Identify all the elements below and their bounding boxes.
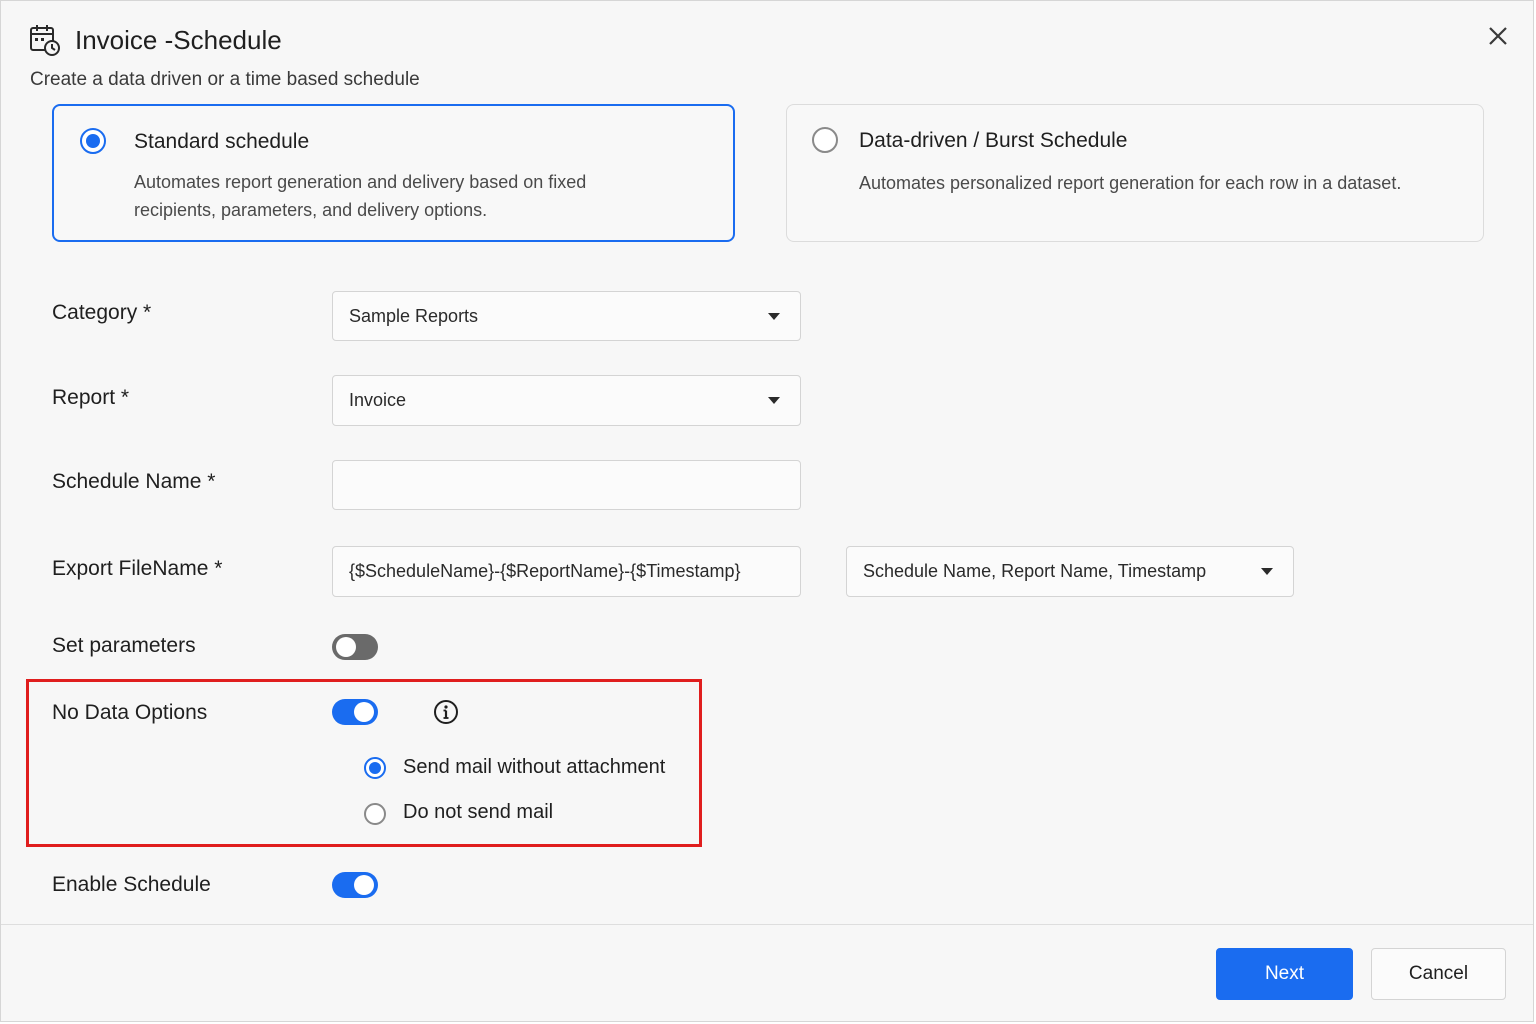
enable-schedule-label: Enable Schedule (52, 873, 211, 896)
footer-divider (1, 924, 1533, 925)
burst-schedule-card[interactable]: Data-driven / Burst Schedule Automates p… (786, 104, 1484, 242)
category-value: Sample Reports (349, 306, 479, 326)
set-parameters-toggle[interactable] (332, 634, 378, 660)
export-filename-label: Export FileName * (52, 557, 223, 580)
chevron-down-icon (1261, 568, 1273, 575)
schedule-name-label: Schedule Name * (52, 470, 216, 493)
enable-schedule-toggle[interactable] (332, 872, 378, 898)
filename-format-value: Schedule Name, Report Name, Timestamp (863, 561, 1207, 581)
no-data-options-toggle[interactable] (332, 699, 378, 725)
export-filename-input[interactable]: {$ScheduleName}-{$ReportName}-{$Timestam… (332, 546, 801, 597)
standard-schedule-card[interactable]: Standard schedule Automates report gener… (52, 104, 735, 242)
standard-schedule-radio[interactable] (80, 128, 106, 154)
dialog-subtitle: Create a data driven or a time based sch… (30, 69, 420, 90)
standard-schedule-title: Standard schedule (134, 130, 310, 153)
category-select[interactable]: Sample Reports (332, 291, 801, 341)
dialog-title: Invoice -Schedule (75, 24, 282, 55)
burst-schedule-title: Data-driven / Burst Schedule (859, 129, 1128, 152)
do-not-send-mail-label[interactable]: Do not send mail (403, 801, 553, 824)
report-select[interactable]: Invoice (332, 375, 801, 426)
do-not-send-mail-radio[interactable] (364, 803, 386, 825)
cancel-button[interactable]: Cancel (1371, 948, 1506, 1000)
toggle-knob (354, 702, 374, 722)
standard-schedule-description-line: recipients, parameters, and delivery opt… (134, 200, 488, 220)
category-label: Category * (52, 301, 152, 324)
report-value: Invoice (349, 390, 407, 410)
burst-schedule-description: Automates personalized report generation… (859, 173, 1402, 193)
toggle-knob (354, 875, 374, 895)
info-icon[interactable] (433, 699, 459, 725)
standard-schedule-description-line: Automates report generation and delivery… (134, 172, 587, 192)
close-icon[interactable] (1485, 23, 1511, 49)
report-label: Report * (52, 386, 130, 409)
dialog-header: Invoice -Schedule (29, 23, 282, 57)
schedule-name-input[interactable] (332, 460, 801, 510)
burst-schedule-radio[interactable] (812, 127, 838, 153)
set-parameters-label: Set parameters (52, 634, 196, 657)
send-mail-without-attachment-label[interactable]: Send mail without attachment (403, 756, 665, 779)
chevron-down-icon (768, 397, 780, 404)
calendar-clock-icon (30, 25, 60, 56)
filename-format-select[interactable]: Schedule Name, Report Name, Timestamp (846, 546, 1294, 597)
standard-schedule-description: Automates report generation and delivery… (134, 168, 586, 224)
send-mail-without-attachment-radio[interactable] (364, 757, 386, 779)
schedule-dialog: Invoice -Schedule Create a data driven o… (0, 0, 1534, 1022)
chevron-down-icon (768, 313, 780, 320)
no-data-options-label: No Data Options (52, 701, 208, 724)
next-button[interactable]: Next (1216, 948, 1353, 1000)
toggle-knob (336, 637, 356, 657)
